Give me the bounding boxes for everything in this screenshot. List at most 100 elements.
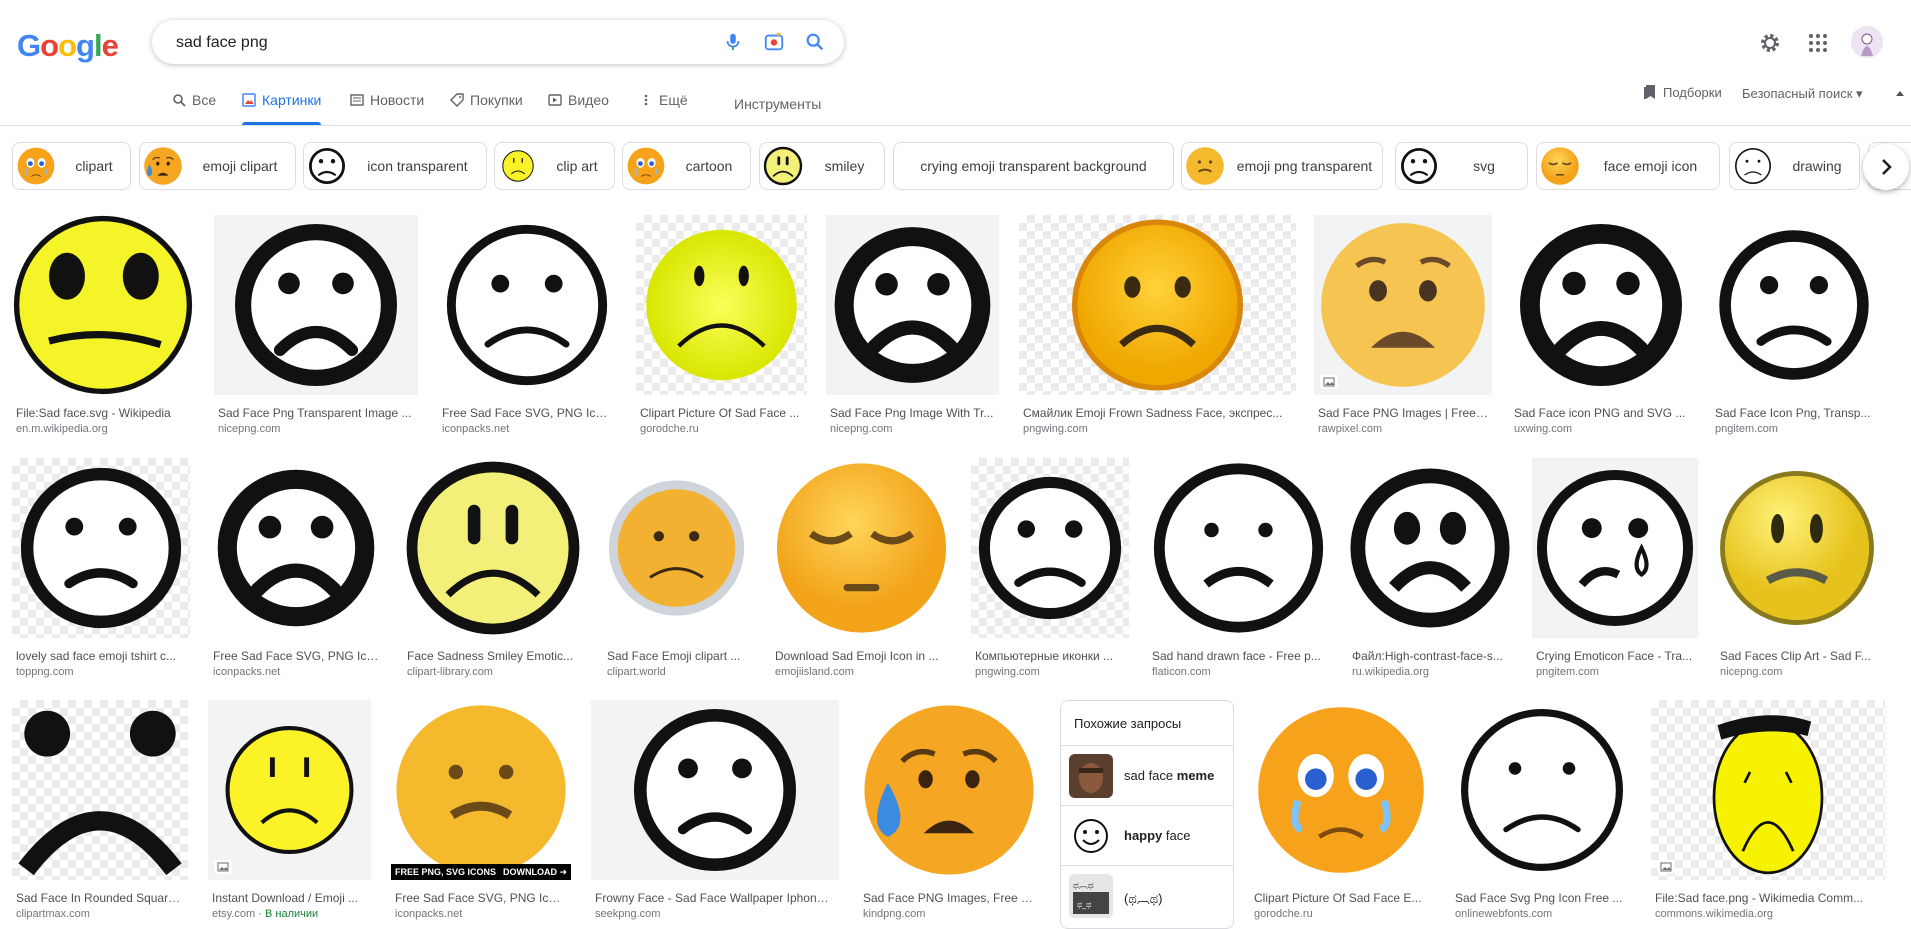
result-title[interactable]: Crying Emoticon Face - Tra... <box>1536 649 1694 663</box>
result-thumbnail[interactable] <box>826 215 999 395</box>
image-result[interactable]: FREE PNG, SVG ICONS DOWNLOAD ➜ Free Sad Fa… <box>391 700 571 924</box>
result-thumbnail[interactable] <box>1711 215 1877 395</box>
image-result[interactable]: lovely sad face emoji tshirt c... toppng.… <box>12 458 190 682</box>
result-title[interactable]: Face Sadness Smiley Emotic... <box>407 649 579 663</box>
result-title[interactable]: Компьютерные иконки ... <box>975 649 1125 663</box>
result-source[interactable]: ru.wikipedia.org <box>1352 666 1429 678</box>
related-chip[interactable]: smiley <box>759 142 885 190</box>
camera-lens-icon[interactable] <box>763 31 785 53</box>
image-result[interactable]: Crying Emoticon Face - Tra... pngitem.com <box>1532 458 1698 682</box>
result-thumbnail[interactable] <box>208 700 371 880</box>
result-thumbnail[interactable] <box>1510 215 1692 395</box>
result-source[interactable]: nicepng.com <box>830 423 892 435</box>
result-source[interactable]: gorodche.ru <box>640 423 699 435</box>
safesearch-dropdown[interactable]: Безопасный поиск ▾ <box>1742 86 1863 102</box>
result-source[interactable]: rawpixel.com <box>1318 423 1382 435</box>
saved-collections-link[interactable]: Подборки <box>1643 84 1722 100</box>
result-title[interactable]: Sad Face icon PNG and SVG ... <box>1514 406 1688 420</box>
image-result[interactable]: Clipart Picture Of Sad Face E... gorodche… <box>1250 700 1432 924</box>
image-result[interactable]: Sad Face Png Image With Tr... nicepng.com <box>826 215 999 439</box>
related-chip[interactable]: cartoon <box>622 142 751 190</box>
result-source[interactable]: iconpacks.net <box>213 666 280 678</box>
related-chip[interactable]: clipart <box>12 142 131 190</box>
related-chip[interactable]: emoji png transparent <box>1181 142 1383 190</box>
result-thumbnail[interactable] <box>1019 215 1296 395</box>
result-title[interactable]: Free Sad Face SVG, PNG Icon... <box>395 891 567 905</box>
related-chip[interactable]: face emoji icon <box>1536 142 1720 190</box>
tab-news[interactable]: Новости <box>350 92 424 122</box>
image-result[interactable]: File:Sad face.png - Wikimedia Comm... com… <box>1651 700 1885 924</box>
result-source[interactable]: pngitem.com <box>1536 666 1599 678</box>
result-title[interactable]: Free Sad Face SVG, PNG Icon... <box>442 406 612 420</box>
related-chip[interactable]: drawing <box>1729 142 1860 190</box>
result-title[interactable]: Clipart Picture Of Sad Face E... <box>1254 891 1428 905</box>
search-input[interactable] <box>174 30 698 56</box>
tools-tab[interactable]: Инструменты <box>734 96 821 112</box>
result-source[interactable]: clipart.world <box>607 666 666 678</box>
image-result[interactable]: Смайлик Emoji Frown Sadness Face, экспре… <box>1019 215 1296 439</box>
search-icon[interactable] <box>804 31 826 53</box>
result-title[interactable]: Sad Faces Clip Art - Sad F... <box>1720 649 1874 663</box>
tab-all[interactable]: Все <box>172 92 216 122</box>
image-result[interactable]: Download Sad Emoji Icon in ... emojiislan… <box>771 458 952 682</box>
result-thumbnail[interactable] <box>971 458 1129 638</box>
result-thumbnail[interactable] <box>1532 458 1698 638</box>
result-title[interactable]: Frowny Face - Sad Face Wallpaper Iphone … <box>595 891 835 905</box>
image-result[interactable]: Sad Face In Rounded Square... clipartmax.… <box>12 700 188 924</box>
result-source[interactable]: clipart-library.com <box>407 666 493 678</box>
tab-images[interactable]: Картинки <box>242 92 322 125</box>
result-source[interactable]: pngwing.com <box>1023 423 1088 435</box>
result-title[interactable]: Sad hand drawn face - Free p... <box>1152 649 1325 663</box>
result-thumbnail[interactable] <box>12 458 190 638</box>
result-title[interactable]: Sad Face Icon Png, Transp... <box>1715 406 1873 420</box>
image-result[interactable]: Free Sad Face SVG, PNG Icon... iconpacks.… <box>438 215 616 439</box>
result-source[interactable]: en.m.wikipedia.org <box>16 423 108 435</box>
result-thumbnail[interactable] <box>591 700 839 880</box>
result-thumbnail[interactable] <box>12 700 188 880</box>
result-source[interactable]: pngwing.com <box>975 666 1040 678</box>
image-result[interactable]: Sad Face PNG Images | Free ... rawpixel.c… <box>1314 215 1492 439</box>
apps-grid-icon[interactable] <box>1806 31 1830 55</box>
tab-videos[interactable]: Видео <box>548 92 609 122</box>
image-result[interactable]: Face Sadness Smiley Emotic... clipart-lib… <box>403 458 583 682</box>
result-thumbnail[interactable] <box>12 215 194 395</box>
image-result[interactable]: Sad hand drawn face - Free p... flaticon.… <box>1148 458 1329 682</box>
result-title[interactable]: Free Sad Face SVG, PNG Ico... <box>213 649 379 663</box>
image-result[interactable]: Sad Face Emoji clipart ... clipart.world <box>603 458 750 682</box>
result-thumbnail[interactable] <box>603 458 750 638</box>
result-thumbnail[interactable] <box>1451 700 1633 880</box>
gear-icon[interactable] <box>1758 31 1782 55</box>
image-result[interactable]: Clipart Picture Of Sad Face ... gorodche.… <box>636 215 807 439</box>
result-thumbnail[interactable] <box>1148 458 1329 638</box>
google-logo[interactable]: Google <box>17 28 119 64</box>
result-source[interactable]: etsy.com · В наличии <box>212 908 318 920</box>
result-thumbnail[interactable] <box>1651 700 1885 880</box>
image-result[interactable]: Sad Face icon PNG and SVG ... uxwing.com <box>1510 215 1692 439</box>
result-thumbnail[interactable] <box>403 458 583 638</box>
result-source[interactable]: pngitem.com <box>1715 423 1778 435</box>
result-thumbnail[interactable] <box>1314 215 1492 395</box>
result-thumbnail[interactable]: FREE PNG, SVG ICONS DOWNLOAD ➜ <box>391 700 571 880</box>
result-source[interactable]: kindpng.com <box>863 908 925 920</box>
result-source[interactable]: nicepng.com <box>1720 666 1782 678</box>
image-result[interactable]: Sad Face Svg Png Icon Free ... onlinewebf… <box>1451 700 1633 924</box>
result-thumbnail[interactable] <box>1348 458 1512 638</box>
microphone-icon[interactable] <box>722 31 744 53</box>
related-chip[interactable]: icon transparent <box>303 142 487 190</box>
result-source[interactable]: emojiisland.com <box>775 666 854 678</box>
scrollbar-arrow[interactable] <box>1894 86 1906 98</box>
image-result[interactable]: Sad Faces Clip Art - Sad F... nicepng.com <box>1716 458 1878 682</box>
image-result[interactable]: Файл:High-contrast-face-s... ru.wikipedia… <box>1348 458 1512 682</box>
result-source[interactable]: nicepng.com <box>218 423 280 435</box>
result-title[interactable]: Sad Face Png Image With Tr... <box>830 406 995 420</box>
related-chip[interactable]: svg <box>1395 142 1528 190</box>
result-title[interactable]: File:Sad face.svg - Wikipedia <box>16 406 190 420</box>
result-title[interactable]: Instant Download / Emoji ... <box>212 891 367 905</box>
result-thumbnail[interactable] <box>1716 458 1878 638</box>
result-source[interactable]: onlinewebfonts.com <box>1455 908 1552 920</box>
image-result[interactable]: Instant Download / Emoji ... etsy.com · В… <box>208 700 371 924</box>
avatar[interactable] <box>1851 26 1883 58</box>
image-result[interactable]: Sad Face Png Transparent Image ... nicepn… <box>214 215 418 439</box>
result-title[interactable]: Sad Face PNG Images | Free ... <box>1318 406 1488 420</box>
result-title[interactable]: Sad Face Emoji clipart ... <box>607 649 746 663</box>
